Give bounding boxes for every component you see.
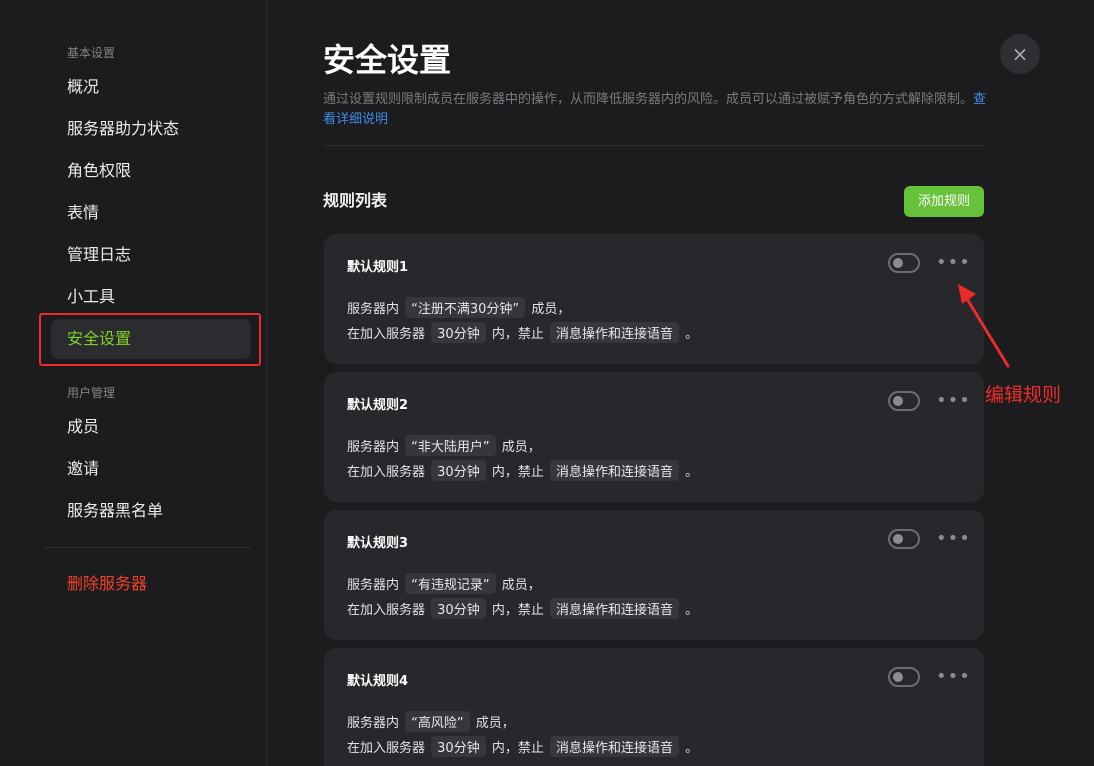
forbid-chip: 消息操作和连接语音 <box>550 598 680 619</box>
rule-text: 内，禁止 <box>491 741 544 756</box>
rule-toggle[interactable] <box>888 667 920 687</box>
condition-chip: “高风险” <box>405 711 470 732</box>
section-label-user: 用户管理 <box>67 386 116 400</box>
sidebar-item-audit-log[interactable]: 管理日志 <box>51 235 251 275</box>
close-button[interactable]: × <box>1000 34 1040 74</box>
main-panel: 安全设置 通过设置规则限制成员在服务器中的操作，从而降低服务器内的风险。成员可以… <box>268 0 1094 766</box>
rule-text: 在加入服务器 <box>347 603 426 618</box>
rule-condition-line: 服务器内 “有违规记录” 成员， <box>347 573 541 594</box>
rule-name: 默认规则2 <box>347 398 409 413</box>
toggle-knob <box>893 672 903 682</box>
rule-text: 服务器内 <box>347 716 400 731</box>
condition-chip: “非大陆用户” <box>405 435 496 456</box>
rule-text: 成员， <box>501 578 541 593</box>
rule-restriction-line: 在加入服务器 30分钟 内，禁止 消息操作和连接语音 。 <box>347 736 698 757</box>
duration-chip: 30分钟 <box>431 736 486 757</box>
sidebar-divider <box>43 547 251 548</box>
add-rule-button[interactable]: 添加规则 <box>904 186 984 217</box>
more-options-icon[interactable]: ••• <box>936 528 970 552</box>
section-label-basic: 基本设置 <box>67 46 116 60</box>
rule-name: 默认规则1 <box>347 260 409 275</box>
page-title: 安全设置 <box>323 41 452 79</box>
forbid-chip: 消息操作和连接语音 <box>550 736 680 757</box>
sidebar-item-roles[interactable]: 角色权限 <box>51 151 251 191</box>
rule-text: 。 <box>685 741 699 756</box>
rule-text: 成员， <box>475 716 515 731</box>
rule-restriction-line: 在加入服务器 30分钟 内，禁止 消息操作和连接语音 。 <box>347 460 698 481</box>
rule-name: 默认规则4 <box>347 674 409 689</box>
rule-text: 服务器内 <box>347 440 400 455</box>
sidebar-item-blacklist[interactable]: 服务器黑名单 <box>51 491 251 531</box>
annotation-arrow <box>958 284 1010 368</box>
rule-text: 成员， <box>501 440 541 455</box>
sidebar-item-tools[interactable]: 小工具 <box>51 277 251 317</box>
sidebar-item-security[interactable]: 安全设置 <box>51 319 251 359</box>
rule-restriction-line: 在加入服务器 30分钟 内，禁止 消息操作和连接语音 。 <box>347 598 698 619</box>
rule-text: 。 <box>685 603 699 618</box>
more-options-icon[interactable]: ••• <box>936 252 970 276</box>
title-divider <box>323 145 984 146</box>
rule-name: 默认规则3 <box>347 536 409 551</box>
rule-condition-line: 服务器内 “注册不满30分钟” 成员， <box>347 297 570 318</box>
duration-chip: 30分钟 <box>431 598 486 619</box>
page-description: 通过设置规则限制成员在服务器中的操作，从而降低服务器内的风险。成员可以通过被赋予… <box>323 90 988 130</box>
annotation-label: 编辑规则 <box>985 384 1062 406</box>
duration-chip: 30分钟 <box>431 322 486 343</box>
rule-card: 默认规则1 ••• 服务器内 “注册不满30分钟” 成员， 在加入服务器 30分… <box>324 234 984 364</box>
delete-server-button[interactable]: 删除服务器 <box>51 564 251 604</box>
sidebar-item-boost-status[interactable]: 服务器助力状态 <box>51 109 251 149</box>
sidebar-item-members[interactable]: 成员 <box>51 407 251 447</box>
condition-chip: “有违规记录” <box>405 573 496 594</box>
rule-condition-line: 服务器内 “高风险” 成员， <box>347 711 515 732</box>
more-options-icon[interactable]: ••• <box>936 666 970 690</box>
rule-card: 默认规则2 ••• 服务器内 “非大陆用户” 成员， 在加入服务器 30分钟 内… <box>324 372 984 502</box>
rule-toggle[interactable] <box>888 253 920 273</box>
rule-restriction-line: 在加入服务器 30分钟 内，禁止 消息操作和连接语音 。 <box>347 322 698 343</box>
duration-chip: 30分钟 <box>431 460 486 481</box>
rule-text: 在加入服务器 <box>347 465 426 480</box>
forbid-chip: 消息操作和连接语音 <box>550 322 680 343</box>
rule-text: 内，禁止 <box>491 465 544 480</box>
rule-text: 在加入服务器 <box>347 327 426 342</box>
rule-text: 成员， <box>531 302 571 317</box>
rule-text: 。 <box>685 327 699 342</box>
sidebar: 基本设置 概况 服务器助力状态 角色权限 表情 管理日志 小工具 安全设置 用户… <box>0 0 267 766</box>
toggle-knob <box>893 258 903 268</box>
rule-card: 默认规则4 ••• 服务器内 “高风险” 成员， 在加入服务器 30分钟 内，禁… <box>324 648 984 766</box>
rule-text: 在加入服务器 <box>347 741 426 756</box>
rule-text: 内，禁止 <box>491 327 544 342</box>
rule-text: 服务器内 <box>347 578 400 593</box>
forbid-chip: 消息操作和连接语音 <box>550 460 680 481</box>
rule-text: 服务器内 <box>347 302 400 317</box>
close-icon: × <box>1011 42 1029 66</box>
sidebar-item-invites[interactable]: 邀请 <box>51 449 251 489</box>
rule-text: 。 <box>685 465 699 480</box>
condition-chip: “注册不满30分钟” <box>405 297 526 318</box>
more-options-icon[interactable]: ••• <box>936 390 970 414</box>
toggle-knob <box>893 396 903 406</box>
rule-text: 内，禁止 <box>491 603 544 618</box>
sidebar-item-emoji[interactable]: 表情 <box>51 193 251 233</box>
description-text: 通过设置规则限制成员在服务器中的操作，从而降低服务器内的风险。成员可以通过被赋予… <box>323 92 974 107</box>
rule-toggle[interactable] <box>888 529 920 549</box>
toggle-knob <box>893 534 903 544</box>
rule-list-title: 规则列表 <box>323 191 388 210</box>
rule-condition-line: 服务器内 “非大陆用户” 成员， <box>347 435 541 456</box>
sidebar-item-overview[interactable]: 概况 <box>51 67 251 107</box>
rule-toggle[interactable] <box>888 391 920 411</box>
rule-card: 默认规则3 ••• 服务器内 “有违规记录” 成员， 在加入服务器 30分钟 内… <box>324 510 984 640</box>
